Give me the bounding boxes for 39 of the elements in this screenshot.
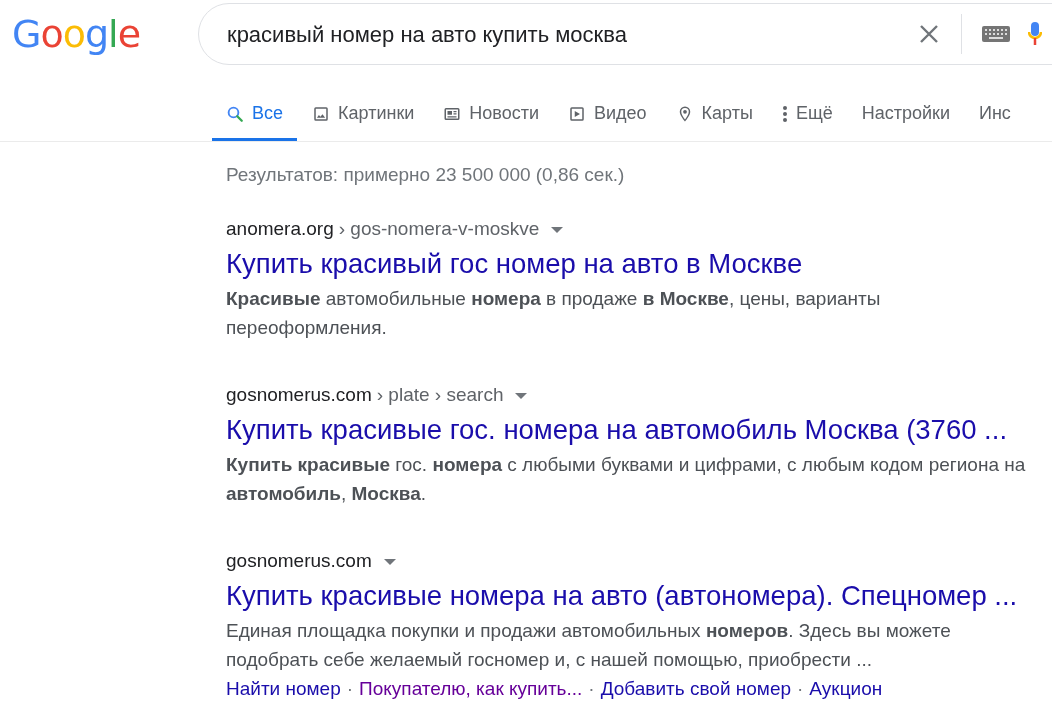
more-vertical-icon bbox=[781, 104, 788, 123]
caret-icon[interactable] bbox=[383, 558, 396, 565]
sitelink[interactable]: Найти номер bbox=[226, 673, 341, 703]
result-domain: gosnomerus.com bbox=[226, 383, 372, 408]
nav-tab[interactable]: Ещё bbox=[767, 97, 847, 141]
result-title-link[interactable]: Купить красивый гос номер на авто в Москве bbox=[226, 245, 1046, 282]
result-title-link[interactable]: Купить красивые гос. номера на автомобиль Москва (3760 ... bbox=[226, 411, 1046, 448]
caret-icon[interactable] bbox=[551, 226, 564, 233]
separator-dot: · bbox=[588, 676, 595, 701]
result-path: › gos-nomera-v-moskve bbox=[338, 217, 540, 242]
nav-tab[interactable]: Настройки bbox=[847, 97, 964, 141]
sitelink[interactable]: Покупателю, как купить... bbox=[359, 673, 583, 703]
results-count: Результатов: примерно 23 500 000 (0,86 сек.) bbox=[226, 163, 626, 187]
google-logo[interactable]: Google bbox=[12, 15, 198, 53]
search-query: красивый номер на авто купить москва bbox=[227, 20, 628, 49]
result-path: › plate › search bbox=[376, 383, 504, 408]
keyboard-icon[interactable] bbox=[982, 26, 1010, 42]
nav-tab[interactable]: Новости bbox=[429, 97, 553, 141]
close-icon[interactable] bbox=[919, 24, 939, 44]
nav-tab[interactable]: Картинки bbox=[298, 97, 429, 141]
result-title-link[interactable]: Купить красивые номера на авто (автономера). Спецномер ... bbox=[226, 577, 1046, 614]
image-icon bbox=[312, 104, 331, 123]
play-icon bbox=[568, 104, 586, 123]
sitelink[interactable]: Аукцион bbox=[809, 673, 883, 703]
result-domain: anomera.org bbox=[226, 217, 334, 242]
result-domain: gosnomerus.com bbox=[226, 549, 372, 574]
nav-tab[interactable]: Карты bbox=[661, 97, 767, 141]
caret-icon[interactable] bbox=[515, 392, 528, 399]
search-icon bbox=[226, 104, 244, 123]
sitelink[interactable]: Добавить свой номер bbox=[600, 673, 792, 703]
nav-tab[interactable]: Видео bbox=[554, 97, 661, 141]
separator-dot: · bbox=[346, 676, 354, 701]
separator-dot: · bbox=[797, 676, 804, 701]
nav-tab[interactable]: Все bbox=[212, 97, 298, 141]
microphone-icon[interactable] bbox=[1028, 21, 1042, 47]
nav-tab[interactable]: Инс bbox=[965, 97, 1025, 141]
result-snippet: Купить красивые гос. номера с любыми буквами и цифрами, с любым кодом региона на автомобиль, Москва. bbox=[226, 452, 1027, 506]
result-snippet: Красивые автомобильные номера в продаже в Москве, цены, варианты переоформления. bbox=[226, 286, 882, 340]
result-snippet: Единая площадка покупки и продажи автомобильных номеров. Здесь вы можете подобрать себе желаемый госномер и, с нашей помощью, приобрести ... bbox=[226, 618, 952, 672]
